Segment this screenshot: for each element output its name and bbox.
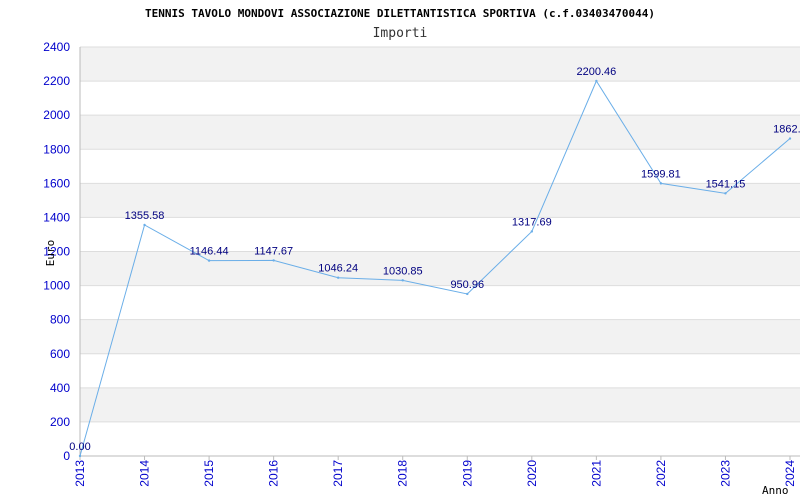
data-point (207, 259, 211, 262)
data-point (143, 223, 146, 227)
y-tick-label: 2000 (43, 108, 70, 122)
data-point (659, 182, 663, 185)
data-label: 1030.85 (383, 265, 423, 277)
x-tick-label: 2013 (73, 460, 87, 487)
data-point (78, 454, 82, 458)
x-tick-label: 2021 (589, 460, 603, 487)
data-label: 0.00 (69, 441, 90, 453)
x-tick-label: 2014 (138, 460, 152, 487)
y-tick-label: 400 (50, 381, 70, 395)
data-point (466, 292, 469, 296)
data-label: 1862.8 (773, 124, 800, 136)
y-tick-label: 1600 (43, 176, 70, 190)
data-label: 1317.69 (512, 216, 552, 228)
data-point (788, 137, 792, 140)
y-tick-label: 1000 (43, 279, 70, 293)
x-tick-label: 2017 (331, 460, 345, 487)
data-point (336, 276, 340, 279)
y-tick-label: 200 (50, 415, 70, 429)
x-tick-label: 2024 (783, 460, 797, 487)
chart-subtitle: Importi (373, 26, 428, 41)
y-tick-label: 2400 (43, 40, 70, 54)
data-point (401, 279, 404, 282)
grid-bands (80, 47, 800, 422)
data-label: 950.96 (450, 279, 484, 291)
data-point (530, 230, 534, 233)
data-label: 1355.58 (125, 210, 165, 222)
x-tick-label: 2020 (525, 460, 539, 487)
x-axis-label: Anno (762, 484, 789, 497)
grid-band (80, 387, 800, 422)
grid-band (80, 115, 800, 150)
y-axis-label: Euro (44, 240, 57, 267)
data-label: 1599.81 (641, 168, 681, 180)
data-point (724, 192, 727, 195)
x-tick-labels: 2013 2014 2015 2016 2017 2018 2019 2020 2021 2022… (73, 460, 797, 487)
y-tick-label: 1400 (43, 210, 70, 224)
data-label: 2200.46 (576, 66, 616, 78)
x-tick-label: 2015 (202, 460, 216, 487)
data-label: 1046.24 (318, 263, 358, 275)
y-tick-label: 2200 (43, 74, 70, 88)
grid-band (80, 47, 800, 82)
y-tick-label: 600 (50, 347, 70, 361)
grid-band (80, 319, 800, 354)
y-tick-label: 1800 (43, 142, 70, 156)
chart-title: TENNIS TAVOLO MONDOVI ASSOCIAZIONE DILET… (145, 7, 655, 20)
x-tick-label: 2018 (396, 460, 410, 487)
data-label: 1147.67 (254, 245, 293, 257)
data-label: 1146.44 (190, 246, 229, 258)
x-tick-label: 2019 (460, 460, 474, 487)
line-chart: TENNIS TAVOLO MONDOVI ASSOCIAZIONE DILET… (43, 7, 800, 497)
x-tick-label: 2016 (267, 460, 281, 487)
y-tick-label: 800 (50, 313, 70, 327)
data-point (272, 259, 275, 262)
data-point (595, 79, 598, 83)
x-tick-label: 2022 (654, 460, 668, 487)
grid-band (80, 251, 800, 286)
x-tick-label: 2023 (718, 460, 732, 487)
data-label: 1541.15 (706, 178, 746, 190)
